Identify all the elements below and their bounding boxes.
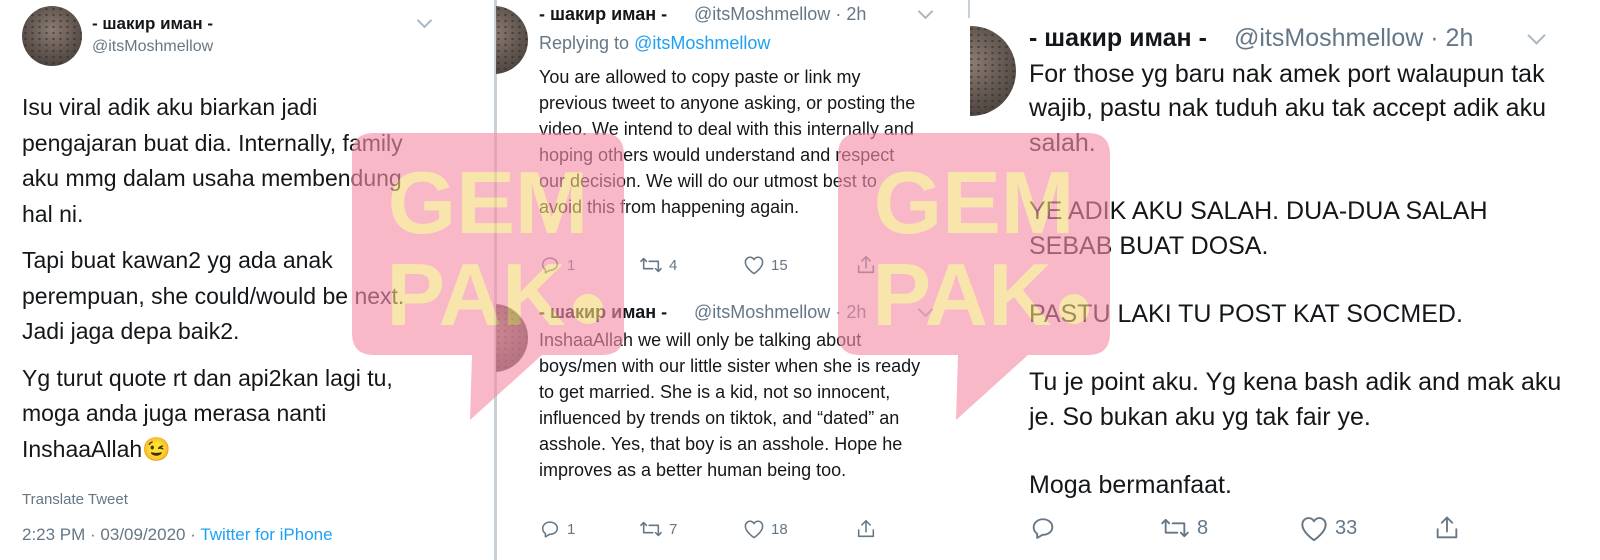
- reply-count: 1: [567, 520, 576, 538]
- heart-icon: [1301, 516, 1327, 541]
- tweet-paragraph: Isu viral adik aku biarkan jadi pengajar…: [22, 94, 403, 227]
- avatar[interactable]: [970, 26, 1016, 116]
- chevron-down-icon[interactable]: [917, 301, 934, 318]
- tweet-paragraph: Tapi buat kawan2 yg ada anak perempuan, …: [22, 247, 405, 344]
- avatar[interactable]: [496, 304, 528, 372]
- replying-to-label: Replying to: [539, 33, 635, 53]
- tweet-panel-right: - шакир иман - @itsMoshmellow · 2h For t…: [970, 0, 1600, 560]
- share-icon: [857, 255, 875, 274]
- reply-count: 1: [567, 256, 576, 274]
- avatar[interactable]: [22, 6, 82, 66]
- tweet-text: You are allowed to copy paste or link my…: [539, 67, 916, 217]
- tweet-panel-left: - шакир иман - @itsMoshmellow Isu viral …: [0, 0, 494, 560]
- tweet-age[interactable]: · 2h: [835, 302, 866, 322]
- thread-line: [496, 0, 497, 560]
- tweet-paragraph: Yg turut quote rt dan api2kan lagi tu, m…: [22, 364, 393, 462]
- chevron-down-icon[interactable]: [917, 3, 934, 20]
- tweet-paragraph: Tu je point aku. Yg kena bash adik and m…: [1029, 368, 1562, 431]
- heart-icon: [744, 256, 764, 275]
- heart-icon: [744, 520, 764, 539]
- share-icon: [857, 519, 875, 538]
- tweet-text: For those yg baru nak amek port walaupun…: [1029, 57, 1569, 503]
- like-button[interactable]: 18: [743, 519, 855, 539]
- tweet-actions: 1 4 15: [539, 254, 877, 276]
- like-button[interactable]: 15: [743, 255, 855, 275]
- reply-icon: [1032, 518, 1054, 539]
- tweet-paragraph: Moga bermanfaat.: [1029, 471, 1232, 500]
- reply-icon: [541, 521, 559, 538]
- display-name[interactable]: - шакир иман -: [92, 14, 213, 34]
- tweet-text: InshaaAllah we will only be talking abou…: [539, 330, 921, 480]
- retweet-button[interactable]: 8: [1159, 514, 1299, 542]
- avatar[interactable]: [496, 6, 528, 74]
- tweet-actions: 1 7 18: [539, 518, 877, 540]
- reply-button[interactable]: 1: [539, 254, 639, 276]
- share-icon: [1436, 516, 1458, 539]
- retweet-icon: [640, 521, 662, 537]
- display-name[interactable]: - шакир иман -: [1029, 24, 1207, 53]
- tweet-age[interactable]: · 2h: [1430, 24, 1473, 52]
- user-handle[interactable]: @itsMoshmellow: [694, 302, 830, 322]
- tweet-paragraph: PASTU LAKI TU POST KAT SOCMED.: [1029, 300, 1463, 329]
- tweet-panel-middle: - шакир иман - @itsMoshmellow · 2h Reply…: [496, 0, 968, 560]
- replying-to: Replying to @itsMoshmellow: [539, 33, 770, 54]
- tweet-paragraph: For those yg baru nak amek port walaupun…: [1029, 60, 1546, 157]
- reply-icon: [541, 257, 559, 274]
- display-name[interactable]: - шакир иман -: [539, 302, 667, 323]
- share-button[interactable]: [855, 518, 877, 540]
- retweet-icon: [640, 257, 662, 273]
- tweet-paragraph: YE ADIK AKU SALAH. DUA-DUA SALAH SEBAB B…: [1029, 197, 1488, 260]
- user-handle[interactable]: @itsMoshmellow: [92, 38, 213, 56]
- handle-and-time: @itsMoshmellow · 2h: [694, 302, 866, 323]
- retweet-button[interactable]: 4: [639, 254, 743, 276]
- share-button[interactable]: [855, 254, 877, 276]
- tweet-age[interactable]: · 2h: [835, 4, 866, 24]
- replying-to-handle[interactable]: @itsMoshmellow: [634, 33, 770, 53]
- chevron-down-icon[interactable]: [1527, 26, 1546, 45]
- timestamp-text[interactable]: 2:23 PM · 03/09/2020 ·: [22, 525, 200, 544]
- tweet-timestamp: 2:23 PM · 03/09/2020 · Twitter for iPhon…: [22, 525, 333, 545]
- tweet-text: Isu viral adik aku biarkan jadi pengajar…: [22, 90, 432, 467]
- tweet-actions: 8 33: [1029, 514, 1461, 542]
- chevron-down-icon[interactable]: [416, 12, 433, 29]
- retweet-icon: [1161, 518, 1189, 538]
- like-count: 15: [771, 256, 788, 274]
- source-link[interactable]: Twitter for iPhone: [200, 525, 332, 544]
- retweet-count: 7: [669, 520, 678, 538]
- reply-button[interactable]: [1029, 514, 1159, 542]
- retweet-button[interactable]: 7: [639, 518, 743, 540]
- handle-and-time: @itsMoshmellow · 2h: [694, 4, 866, 25]
- like-count: 33: [1335, 516, 1358, 539]
- reply-button[interactable]: 1: [539, 518, 639, 540]
- user-handle[interactable]: @itsMoshmellow: [1234, 24, 1423, 52]
- retweet-count: 4: [669, 256, 678, 274]
- like-count: 18: [771, 520, 788, 538]
- display-name[interactable]: - шакир иман -: [539, 4, 667, 25]
- share-button[interactable]: [1433, 514, 1461, 542]
- user-handle[interactable]: @itsMoshmellow: [694, 4, 830, 24]
- handle-and-time: @itsMoshmellow · 2h: [1234, 24, 1473, 53]
- like-button[interactable]: 33: [1299, 515, 1433, 542]
- retweet-count: 8: [1197, 516, 1209, 539]
- translate-tweet-link[interactable]: Translate Tweet: [22, 491, 128, 508]
